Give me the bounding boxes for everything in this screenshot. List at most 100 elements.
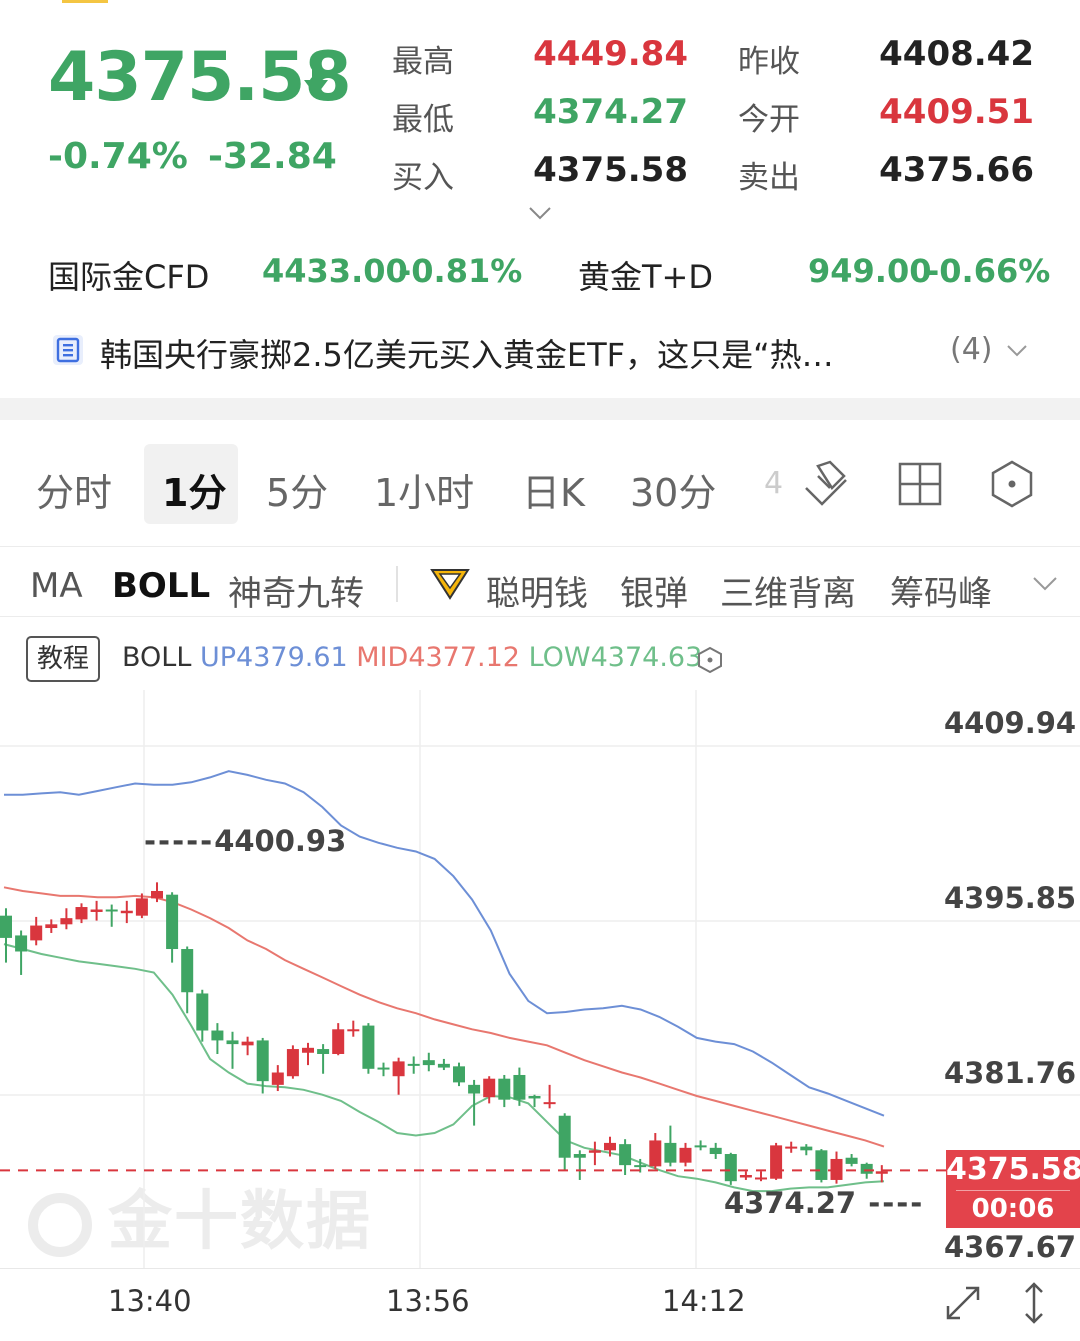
boll-values: BOLL UP4379.61 MID4377.12 LOW4374.63 — [122, 642, 702, 673]
indicator-divider — [396, 566, 398, 602]
candle-body — [634, 1165, 647, 1168]
boll-mid: MID4377.12 — [356, 642, 520, 673]
tab-divider — [0, 546, 1080, 547]
boll-up: UP4379.61 — [199, 642, 348, 673]
stat-value-bid: 4375.58 — [533, 150, 688, 190]
candle-body — [498, 1078, 511, 1100]
candle-body — [407, 1063, 420, 1066]
draw-tool-icon[interactable] — [800, 458, 852, 510]
chevron-down-icon[interactable] — [528, 206, 552, 220]
related-name-cfd[interactable]: 国际金CFD — [48, 252, 209, 298]
candle-body — [241, 1041, 254, 1046]
indicator-chip-peak[interactable]: 筹码峰 — [890, 566, 992, 615]
news-headline[interactable]: 韩国央行豪掷2.5亿美元买入黄金ETF，这只是“热… — [100, 330, 834, 376]
candle-body — [528, 1095, 541, 1099]
indicator-divider-line — [0, 616, 1080, 617]
related-pct-td: -0.66% — [926, 252, 1051, 290]
high-marker: -----4400.93 — [144, 824, 347, 858]
layout-grid-icon[interactable] — [894, 458, 946, 510]
stat-label-bid: 买入 — [392, 160, 454, 196]
y-axis-label-2: 4395.85 — [944, 881, 1077, 915]
candle-body — [15, 935, 28, 952]
indicator-nine-turn[interactable]: 神奇九转 — [228, 566, 364, 615]
related-name-td[interactable]: 黄金T+D — [578, 252, 713, 298]
candle-body — [724, 1154, 737, 1182]
candle-countdown: 00:06 — [971, 1194, 1055, 1224]
candle-body — [619, 1144, 632, 1166]
candle-body — [513, 1074, 526, 1100]
down-arrow-icon — [304, 62, 328, 96]
indicator-smart-money[interactable]: 聪明钱 — [486, 566, 588, 615]
tab-timeshare[interactable]: 分时 — [36, 462, 112, 517]
candle-body — [755, 1177, 767, 1180]
candle-body — [739, 1175, 752, 1178]
candle-body — [679, 1147, 692, 1163]
chart-bottom-border — [0, 1268, 1080, 1269]
candle-body — [543, 1102, 556, 1105]
news-chevron-down-icon[interactable] — [1006, 344, 1028, 357]
low-marker: 4374.27 ---- — [724, 1186, 925, 1220]
last-price-value: 4375.58 — [946, 1152, 1080, 1187]
boll-settings-icon[interactable] — [696, 646, 724, 674]
news-count[interactable]: (4) — [950, 332, 993, 367]
boll-name: BOLL — [122, 642, 192, 673]
low-marker-value: 4374.27 — [724, 1186, 857, 1220]
indicators-chevron-down-icon[interactable] — [1032, 576, 1058, 592]
tab-5min[interactable]: 5分 — [266, 462, 328, 517]
candle-body — [286, 1049, 299, 1077]
x-axis-label-1: 13:40 — [108, 1284, 192, 1318]
news-icon — [53, 335, 83, 365]
candlestick-chart[interactable] — [0, 690, 1080, 1270]
tutorial-button[interactable]: 教程 — [26, 636, 100, 682]
tab-1hour[interactable]: 1小时 — [374, 462, 474, 517]
candle-body — [166, 894, 179, 950]
candle-body — [483, 1078, 496, 1098]
tab-daily[interactable]: 日K — [522, 462, 585, 517]
candle-body — [332, 1029, 345, 1054]
y-axis-label-1: 4409.94 — [944, 706, 1077, 740]
diamond-icon — [430, 569, 470, 600]
stat-label-low: 最低 — [392, 102, 454, 138]
related-pct-cfd: -0.81% — [398, 252, 523, 290]
candle-body — [558, 1115, 571, 1158]
x-axis-label-3: 14:12 — [662, 1284, 746, 1318]
tab-30min[interactable]: 30分 — [630, 462, 716, 517]
candle-body — [573, 1154, 586, 1158]
indicator-ma[interactable]: MA — [30, 566, 83, 606]
change-amount: -32.84 — [208, 136, 337, 177]
candle-body — [271, 1072, 284, 1085]
candle-body — [785, 1146, 798, 1149]
stat-label-ask: 卖出 — [738, 160, 800, 196]
settings-hexagon-icon[interactable] — [986, 458, 1038, 510]
vertical-scale-icon[interactable] — [1016, 1280, 1052, 1326]
indicator-3d-divergence[interactable]: 三维背离 — [720, 566, 856, 615]
candle-body — [302, 1047, 314, 1053]
candle-body — [422, 1060, 435, 1066]
candle-body — [815, 1150, 828, 1180]
section-separator — [0, 398, 1080, 420]
candle-body — [694, 1145, 707, 1148]
stat-label-prev-close: 昨收 — [738, 44, 800, 80]
candle-body — [45, 924, 58, 929]
last-price-tag: 4375.58 00:06 — [946, 1150, 1080, 1228]
candle-body — [226, 1040, 239, 1045]
high-marker-value: 4400.93 — [214, 824, 347, 858]
indicator-silver-bullet[interactable]: 银弹 — [620, 566, 688, 615]
candle-body — [75, 907, 88, 920]
stat-value-ask: 4375.66 — [879, 150, 1034, 190]
tab-more-partial[interactable]: 4 — [764, 466, 783, 501]
candle-body — [770, 1145, 783, 1179]
y-axis-label-3: 4381.76 — [944, 1056, 1077, 1090]
candle-body — [105, 909, 118, 912]
boll-mid-line — [3, 886, 885, 1148]
boll-low: LOW4374.63 — [528, 642, 703, 673]
change-percent: -0.74% — [48, 136, 188, 177]
tab-1min[interactable]: 1分 — [162, 462, 226, 517]
indicator-boll[interactable]: BOLL — [112, 566, 210, 606]
candle-body — [392, 1061, 405, 1077]
candle-body — [453, 1066, 465, 1083]
stat-value-low: 4374.27 — [533, 92, 688, 132]
stat-value-high: 4449.84 — [533, 34, 688, 74]
fullscreen-icon[interactable] — [942, 1282, 984, 1324]
candle-body — [875, 1171, 888, 1174]
